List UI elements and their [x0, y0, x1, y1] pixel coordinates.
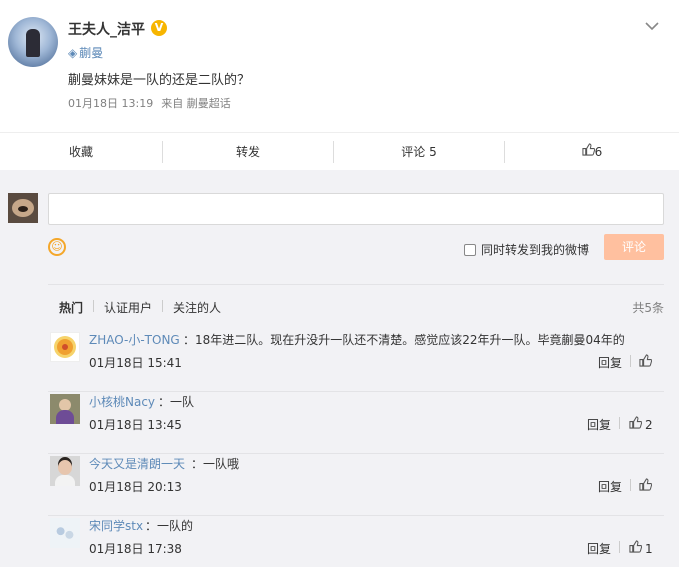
checkbox-box[interactable]	[464, 243, 476, 256]
comment-time: 01月18日 13:45	[89, 418, 182, 432]
smiley-icon[interactable]: ☺	[48, 238, 66, 256]
action-bar: 收藏 转发 评论 5 6	[0, 132, 679, 170]
comment-like-button[interactable]: 2	[629, 416, 653, 433]
tab-divider	[93, 300, 94, 312]
divider	[630, 355, 631, 367]
topic-label: 蒯曼	[79, 46, 104, 60]
post-meta: 01月18日 13:19 来自 蒯曼超话	[68, 95, 239, 111]
comment-like-button[interactable]: 1	[629, 540, 653, 557]
comment-item: 小核桃Nacy ：一队 01月18日 13:45 回复 2	[48, 392, 664, 454]
favorite-button[interactable]: 收藏	[0, 133, 162, 171]
comment-label: 评论 5	[401, 145, 437, 159]
comment-text: ：一队	[158, 395, 195, 409]
author-avatar[interactable]	[8, 17, 58, 67]
commenter-name[interactable]: ZHAO-小-TONG	[89, 331, 180, 348]
commenter-name[interactable]: 小核桃Nacy	[89, 393, 155, 410]
comment-total: 共5条	[632, 301, 664, 315]
tab-divider	[162, 300, 163, 312]
repost-label: 转发	[235, 145, 260, 159]
comment-item: 今天又是清朗一天 ：一队哦 01月18日 20:13 回复	[48, 454, 664, 516]
comment-like-count: 1	[645, 541, 653, 556]
thumb-up-icon	[639, 354, 653, 371]
submit-comment-button[interactable]: 评论	[604, 234, 664, 260]
favorite-label: 收藏	[68, 145, 93, 159]
comment-section: ☺ 同时转发到我的微博 评论 热门 认证用户 关注的人 共5条 ZHAO-小-T…	[0, 170, 679, 567]
comment-item: 宋同学stx ：一队的 01月18日 17:38 回复 1	[48, 516, 664, 567]
reply-button[interactable]: 回复	[587, 416, 611, 433]
comment-like-button[interactable]	[639, 478, 655, 495]
comment-like-button[interactable]	[639, 354, 655, 371]
thumb-up-icon	[582, 134, 595, 172]
supertopic-icon: ◈	[68, 46, 78, 60]
divider	[619, 417, 620, 429]
like-button[interactable]: 6	[505, 133, 679, 171]
post-time[interactable]: 01月18日 13:19	[68, 97, 153, 110]
forward-checkbox[interactable]: 同时转发到我的微博	[464, 241, 589, 258]
verified-badge-icon: V	[151, 20, 167, 36]
commenter-avatar[interactable]	[50, 518, 80, 548]
post-content: 蒯曼妹妹是一队的还是二队的？	[68, 73, 251, 88]
reply-button[interactable]: 回复	[598, 354, 622, 371]
commenter-avatar[interactable]	[50, 394, 80, 424]
forward-label: 同时转发到我的微博	[481, 243, 590, 257]
comment-time: 01月18日 15:41	[89, 356, 182, 370]
commenter-name[interactable]: 宋同学stx	[89, 517, 143, 534]
comment-text: ：一队哦	[191, 457, 240, 471]
topic-link[interactable]: ◈ 蒯曼	[68, 44, 103, 61]
reply-button[interactable]: 回复	[587, 540, 611, 557]
tab-following[interactable]: 关注的人	[173, 299, 221, 316]
comment-time: 01月18日 17:38	[89, 542, 182, 556]
chevron-down-icon[interactable]	[645, 20, 663, 34]
comment-input[interactable]	[48, 193, 664, 225]
tab-verified-users[interactable]: 认证用户	[104, 299, 152, 316]
commenter-name[interactable]: 今天又是清朗一天	[89, 455, 185, 472]
tab-hot[interactable]: 热门	[59, 299, 83, 316]
divider	[619, 541, 620, 553]
divider	[630, 479, 631, 491]
weibo-post: 王夫人_洁平 V ◈ 蒯曼 蒯曼妹妹是一队的还是二队的？ 01月18日 13:19…	[0, 0, 679, 132]
commenter-avatar[interactable]	[50, 456, 80, 486]
repost-button[interactable]: 转发	[163, 133, 333, 171]
comment-text: ：一队的	[145, 519, 194, 533]
thumb-up-icon	[629, 416, 643, 433]
reply-button[interactable]: 回复	[598, 478, 622, 495]
comment-text: ：18年进二队。现在升没升一队还不清楚。感觉应该22年升一队。毕竟蒯曼04年的	[183, 333, 625, 347]
current-user-avatar	[8, 193, 38, 223]
commenter-avatar[interactable]	[50, 332, 80, 362]
comment-like-count: 2	[645, 417, 653, 432]
thumb-up-icon	[639, 478, 653, 495]
like-count: 6	[594, 145, 603, 159]
comment-item: ZHAO-小-TONG ：18年进二队。现在升没升一队还不清楚。感觉应该22年升…	[48, 330, 664, 392]
post-source[interactable]: 来自 蒯曼超话	[161, 97, 231, 110]
comment-tabs: 热门 认证用户 关注的人 共5条	[48, 284, 664, 326]
author-name[interactable]: 王夫人_洁平	[68, 19, 145, 39]
thumb-up-icon	[629, 540, 643, 557]
comment-time: 01月18日 20:13	[89, 480, 182, 494]
comment-button[interactable]: 评论 5	[334, 133, 504, 171]
